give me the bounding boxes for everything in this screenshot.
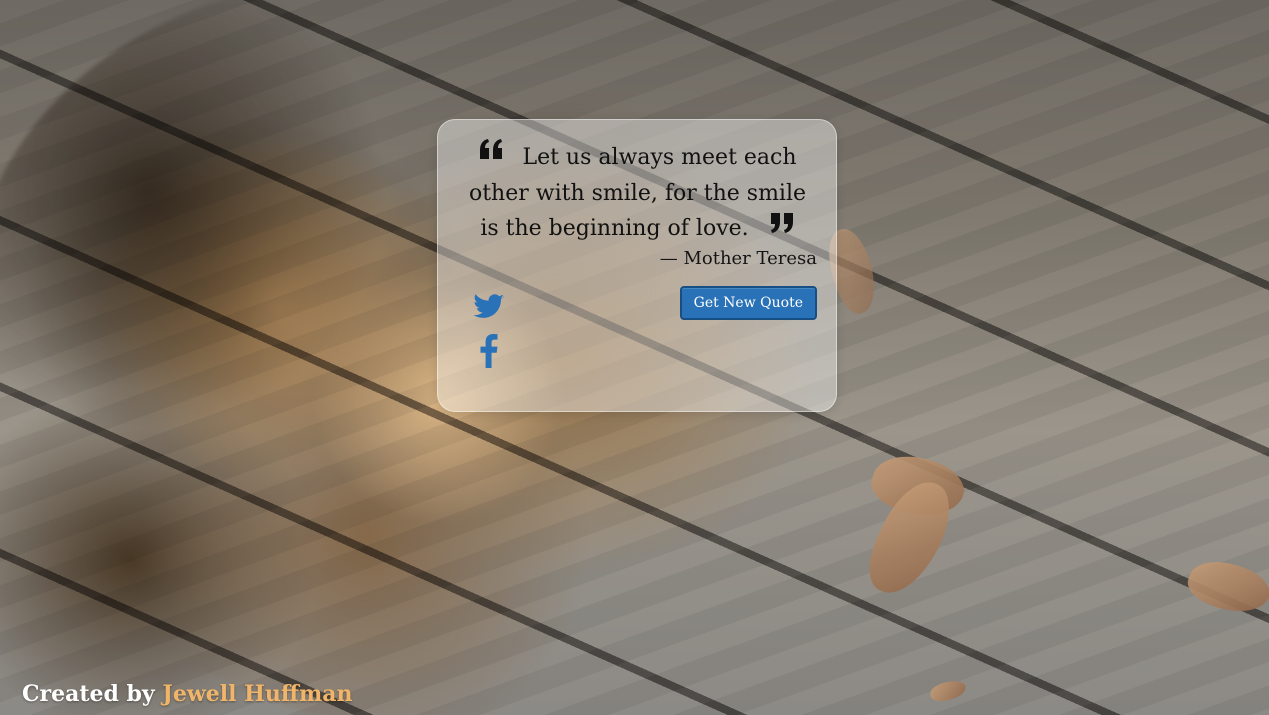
facebook-share-link[interactable] [471, 334, 507, 372]
quote-author: — Mother Teresa [659, 248, 817, 269]
quote-right-icon [769, 210, 795, 245]
quote-card: Let us always meet each other with smile… [437, 119, 837, 412]
quote-actions: Get New Quote [458, 286, 817, 396]
quote-text-block: Let us always meet each other with smile… [458, 138, 817, 246]
footer-credit: Created by Jewell Huffman [22, 681, 353, 707]
footer-created-by: Created by [22, 681, 155, 707]
facebook-icon [480, 334, 498, 372]
social-links [471, 292, 507, 370]
get-new-quote-button[interactable]: Get New Quote [679, 286, 817, 320]
quote-left-icon [478, 136, 504, 171]
twitter-icon [473, 294, 505, 324]
footer-author-link[interactable]: Jewell Huffman [162, 681, 352, 707]
quote-text: Let us always meet each other with smile… [468, 145, 807, 241]
background-photo: Let us always meet each other with smile… [0, 0, 1269, 715]
twitter-share-link[interactable] [471, 292, 507, 326]
